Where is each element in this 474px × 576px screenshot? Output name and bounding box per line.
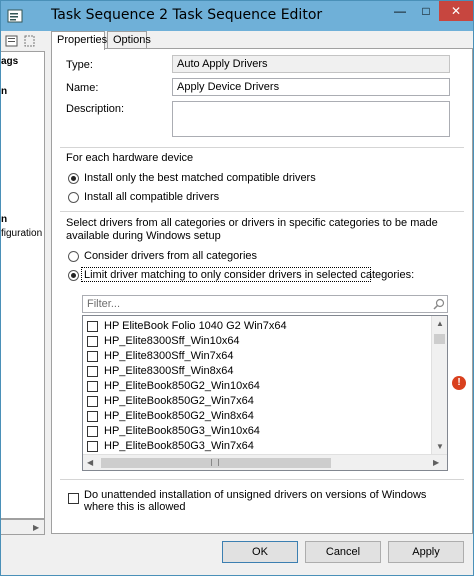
cancel-button[interactable]: Cancel <box>305 541 381 563</box>
type-label: Type: <box>66 59 93 71</box>
grip-icon <box>211 459 219 466</box>
unattended-label[interactable]: Do unattended installation of unsigned d… <box>84 489 454 513</box>
category-label: HP_EliteBook850G2_Win7x64 <box>104 395 254 407</box>
close-button[interactable]: ✕ <box>439 1 473 21</box>
description-field[interactable] <box>172 101 450 137</box>
title-bar[interactable]: Task Sequence 2 Task Sequence Editor — □… <box>1 1 473 31</box>
category-label: HP_Elite8300Sff_Win8x64 <box>104 365 234 377</box>
list-vertical-scrollbar[interactable]: ▲ ▼ <box>431 316 447 454</box>
error-icon: ! <box>452 376 466 390</box>
ok-button[interactable]: OK <box>222 541 298 563</box>
minimize-button[interactable]: — <box>387 1 413 21</box>
name-field[interactable]: Apply Device Drivers <box>172 78 450 96</box>
move-icon[interactable] <box>23 34 37 48</box>
category-checkbox[interactable] <box>87 381 98 392</box>
category-label: HP_Elite8300Sff_Win7x64 <box>104 350 234 362</box>
window-title: Task Sequence 2 Task Sequence Editor <box>51 7 323 23</box>
divider <box>60 479 464 480</box>
category-list[interactable]: HP EliteBook Folio 1040 G2 Win7x64 HP_El… <box>82 315 448 471</box>
unattended-checkbox[interactable] <box>68 493 79 504</box>
tree-toolbar <box>1 31 49 51</box>
task-sequence-tree[interactable]: ags n n figuration <box>1 51 45 519</box>
maximize-button[interactable]: □ <box>413 1 439 21</box>
category-checkbox[interactable] <box>87 321 98 332</box>
sequence-tree-pane: ags n n figuration ▶ <box>1 31 49 535</box>
all-categories-label[interactable]: Consider drivers from all categories <box>84 250 257 262</box>
description-label: Description: <box>66 103 125 115</box>
category-checkbox[interactable] <box>87 441 98 452</box>
category-checkbox[interactable] <box>87 411 98 422</box>
tree-horizontal-scrollbar[interactable]: ▶ <box>1 519 45 535</box>
divider <box>60 211 464 212</box>
properties-panel: Type: Auto Apply Drivers Name: Apply Dev… <box>51 48 473 534</box>
category-label: HP_EliteBook850G2_Win10x64 <box>104 380 260 392</box>
category-checkbox[interactable] <box>87 396 98 407</box>
category-checkbox[interactable] <box>87 426 98 437</box>
search-icon[interactable] <box>433 298 445 310</box>
tab-options[interactable]: Options <box>107 31 151 49</box>
name-label: Name: <box>66 82 99 94</box>
all-categories-radio[interactable] <box>68 251 79 262</box>
scroll-down-icon[interactable]: ▼ <box>436 442 444 452</box>
limit-categories-label[interactable]: Limit driver matching to only consider d… <box>84 269 414 281</box>
scroll-left-icon[interactable]: ◀ <box>87 458 93 468</box>
tree-item[interactable]: figuration <box>1 228 42 239</box>
filter-input[interactable]: Filter... <box>82 295 448 313</box>
hardware-heading: For each hardware device <box>66 152 194 164</box>
best-match-radio[interactable] <box>68 173 79 184</box>
category-label: HP_EliteBook850G3_Win7x64 <box>104 440 254 452</box>
list-horizontal-scrollbar[interactable]: ◀ ▶ <box>83 454 447 470</box>
category-label: HP_EliteBook850G2_Win8x64 <box>104 410 254 422</box>
tree-item[interactable]: n <box>1 86 7 97</box>
category-label: HP_EliteBook850G3_Win10x64 <box>104 425 260 437</box>
horizontal-scroll-thumb[interactable] <box>101 458 331 468</box>
tree-item[interactable]: ags <box>1 56 18 67</box>
category-checkbox[interactable] <box>87 336 98 347</box>
type-field: Auto Apply Drivers <box>172 55 450 73</box>
divider <box>60 147 464 148</box>
all-compatible-label[interactable]: Install all compatible drivers <box>84 191 219 203</box>
category-label: HP EliteBook Folio 1040 G2 Win7x64 <box>104 320 287 332</box>
scroll-right-icon[interactable]: ▶ <box>33 523 39 533</box>
task-sequence-editor-window: Task Sequence 2 Task Sequence Editor — □… <box>0 0 474 576</box>
all-compatible-radio[interactable] <box>68 192 79 203</box>
category-checkbox[interactable] <box>87 351 98 362</box>
limit-categories-radio[interactable] <box>68 270 79 281</box>
scroll-right-icon[interactable]: ▶ <box>433 458 439 468</box>
best-match-label[interactable]: Install only the best matched compatible… <box>84 172 316 184</box>
category-checkbox[interactable] <box>87 366 98 377</box>
vertical-scroll-thumb[interactable] <box>434 334 445 344</box>
scroll-up-icon[interactable]: ▲ <box>436 319 444 329</box>
apply-button[interactable]: Apply <box>388 541 464 563</box>
tree-item[interactable]: n <box>1 214 7 225</box>
tab-properties[interactable]: Properties <box>51 31 107 50</box>
category-heading: Select drivers from all categories or dr… <box>66 217 438 242</box>
task-sequence-icon <box>7 8 25 24</box>
category-label: HP_Elite8300Sff_Win10x64 <box>104 335 240 347</box>
properties-icon[interactable] <box>5 34 19 48</box>
